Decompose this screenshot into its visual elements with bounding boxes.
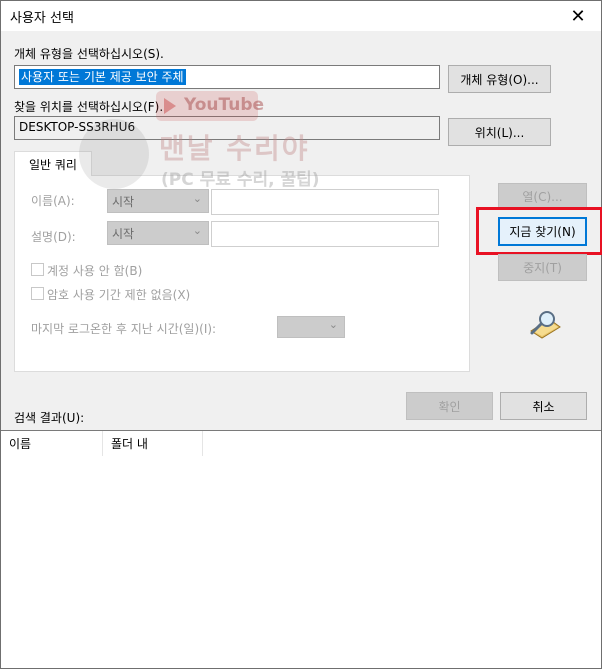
description-mode-value: 시작 bbox=[112, 227, 135, 241]
description-mode-select[interactable]: 시작 ⌄ bbox=[107, 221, 209, 245]
ok-button[interactable]: 확인 bbox=[406, 392, 493, 420]
description-label: 설명(D): bbox=[31, 230, 76, 244]
stop-button[interactable]: 중지(T) bbox=[498, 254, 587, 281]
object-types-button[interactable]: 개체 유형(O)... bbox=[448, 65, 551, 93]
column-header-name-label: 이름 bbox=[9, 437, 32, 451]
close-button[interactable]: ✕ bbox=[555, 1, 601, 31]
chevron-down-icon: ⌄ bbox=[192, 192, 202, 205]
search-icon bbox=[530, 311, 561, 339]
name-input[interactable] bbox=[211, 189, 439, 215]
close-icon: ✕ bbox=[570, 5, 586, 27]
description-input[interactable] bbox=[211, 221, 439, 247]
columns-button-label: 열(C)... bbox=[522, 190, 563, 204]
stop-button-label: 중지(T) bbox=[523, 261, 562, 275]
column-header-folder[interactable]: 폴더 내 bbox=[103, 431, 203, 456]
search-results-label: 검색 결과(U): bbox=[14, 411, 85, 425]
title-bar: 사용자 선택 ✕ bbox=[1, 1, 601, 31]
play-icon bbox=[164, 98, 176, 114]
columns-button[interactable]: 열(C)... bbox=[498, 183, 587, 210]
object-types-button-label: 개체 유형(O)... bbox=[460, 72, 539, 87]
last-logon-label: 마지막 로그온한 후 지난 시간(일)(I): bbox=[31, 322, 217, 336]
name-mode-select[interactable]: 시작 ⌄ bbox=[107, 189, 209, 213]
watermark-youtube-text: YouTube bbox=[184, 95, 265, 115]
name-label: 이름(A): bbox=[31, 194, 75, 208]
object-type-value: 사용자 또는 기본 제공 보안 주체 bbox=[19, 69, 186, 85]
column-header-name[interactable]: 이름 bbox=[1, 431, 103, 456]
tab-common-query-label: 일반 쿼리 bbox=[29, 157, 77, 172]
chevron-down-icon: ⌄ bbox=[328, 318, 338, 331]
column-header-folder-label: 폴더 내 bbox=[111, 437, 148, 451]
cancel-button-label: 취소 bbox=[532, 399, 555, 414]
name-mode-value: 시작 bbox=[112, 195, 135, 209]
locations-button-label: 위치(L)... bbox=[474, 125, 525, 140]
find-now-button[interactable]: 지금 찾기(N) bbox=[498, 217, 587, 246]
search-results-list[interactable]: 이름 폴더 내 bbox=[1, 430, 601, 668]
object-type-field[interactable]: 사용자 또는 기본 제공 보안 주체 bbox=[14, 65, 440, 89]
location-value: DESKTOP-SS3RHU6 bbox=[19, 120, 136, 134]
locations-button[interactable]: 위치(L)... bbox=[448, 118, 551, 146]
tab-common-query[interactable]: 일반 쿼리 bbox=[14, 151, 92, 176]
select-user-dialog: 사용자 선택 ✕ 개체 유형을 선택하십시오(S). 사용자 또는 기본 제공 … bbox=[0, 0, 602, 669]
chevron-down-icon: ⌄ bbox=[192, 224, 202, 237]
dialog-title: 사용자 선택 bbox=[10, 11, 74, 26]
location-label: 찾을 위치를 선택하십시오(F). bbox=[14, 100, 164, 114]
last-logon-days-select[interactable]: ⌄ bbox=[277, 316, 345, 338]
disabled-accounts-label: 계정 사용 안 함(B) bbox=[47, 264, 143, 278]
ok-button-label: 확인 bbox=[438, 399, 461, 414]
non-expiring-password-label: 암호 사용 기간 제한 없음(X) bbox=[47, 288, 191, 302]
non-expiring-password-checkbox[interactable] bbox=[31, 287, 44, 300]
disabled-accounts-checkbox[interactable] bbox=[31, 263, 44, 276]
find-now-button-label: 지금 찾기(N) bbox=[509, 225, 576, 239]
location-field[interactable]: DESKTOP-SS3RHU6 bbox=[14, 116, 440, 140]
object-type-label: 개체 유형을 선택하십시오(S). bbox=[14, 47, 164, 61]
cancel-button[interactable]: 취소 bbox=[500, 392, 587, 420]
